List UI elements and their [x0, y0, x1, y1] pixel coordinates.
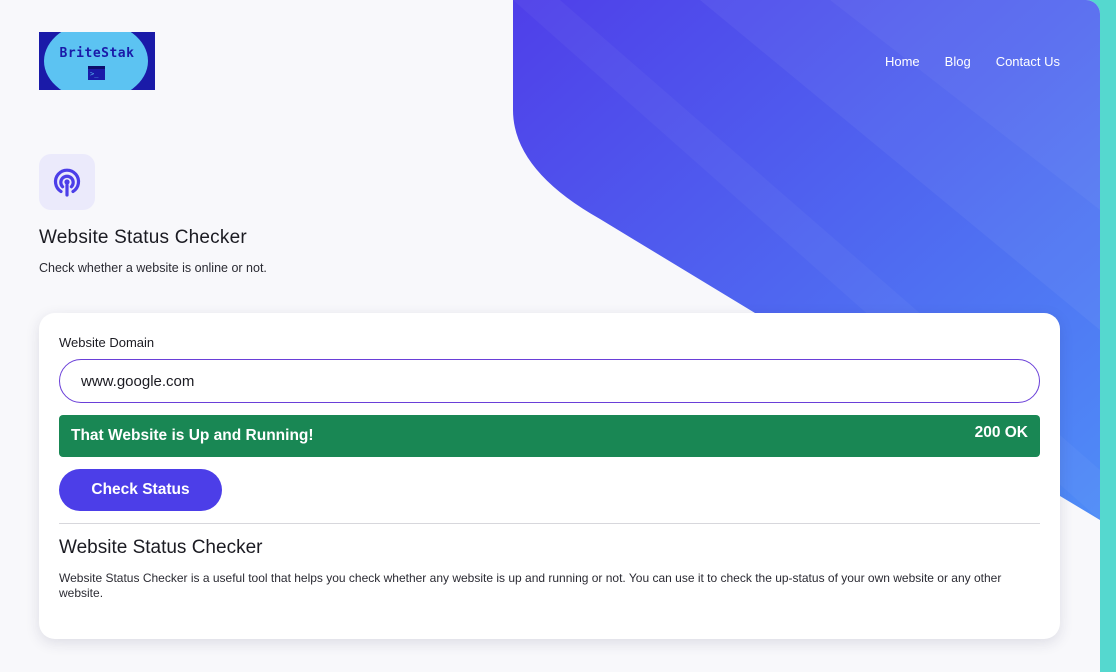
page-subtitle: Check whether a website is online or not… — [39, 261, 267, 275]
check-status-button[interactable]: Check Status — [59, 469, 222, 511]
about-text: Website Status Checker is a useful tool … — [59, 571, 1002, 600]
page: BriteStak >_ Home Blog Contact Us Websit… — [0, 0, 1100, 672]
card-divider — [59, 523, 1040, 524]
page-title: Website Status Checker — [39, 227, 247, 248]
britestak-logo[interactable]: BriteStak >_ — [39, 32, 155, 90]
status-code: 200 OK — [974, 424, 1028, 441]
main-nav: Home Blog Contact Us — [885, 54, 1060, 69]
status-checker-card: Website Domain That Website is Up and Ru… — [39, 313, 1060, 639]
broadcast-signal-icon — [53, 168, 81, 197]
status-result-banner: That Website is Up and Running! 200 OK — [59, 415, 1040, 457]
status-message: That Website is Up and Running! — [71, 427, 314, 444]
tool-icon-tile — [39, 154, 95, 210]
logo-disc — [44, 32, 148, 90]
nav-blog-link[interactable]: Blog — [945, 54, 971, 69]
terminal-icon: >_ — [88, 66, 105, 80]
domain-input[interactable] — [59, 359, 1040, 403]
about-heading: Website Status Checker — [59, 537, 263, 558]
domain-field-label: Website Domain — [59, 335, 155, 350]
nav-contact-us-link[interactable]: Contact Us — [996, 54, 1060, 69]
nav-home-link[interactable]: Home — [885, 54, 920, 69]
logo-text: BriteStak — [59, 46, 135, 61]
